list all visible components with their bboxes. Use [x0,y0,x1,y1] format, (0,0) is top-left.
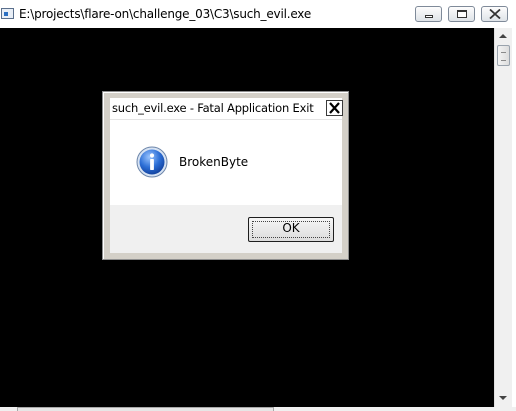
ok-button[interactable]: OK [248,217,334,242]
vertical-scroll-thumb[interactable] [497,45,510,66]
dialog-close-button[interactable] [326,100,343,116]
window-titlebar[interactable]: E:\projects\flare-on\challenge_03\C3\suc… [0,0,516,28]
ok-button-label: OK [282,221,300,235]
vertical-scrollbar[interactable] [494,28,512,407]
dialog-message: BrokenByte [179,155,249,169]
horizontal-scroll-thumb[interactable] [17,407,274,411]
close-icon [329,102,340,114]
dialog-message-area: BrokenByte [110,120,342,205]
scroll-down-arrow-icon[interactable] [499,396,507,400]
information-icon [136,146,168,178]
close-icon [489,9,501,19]
window-title: E:\projects\flare-on\challenge_03\C3\suc… [19,7,312,21]
horizontal-scrollbar[interactable] [0,407,516,411]
console-app-icon [1,8,14,19]
dialog-titlebar[interactable]: such_evil.exe - Fatal Application Exit [110,98,343,119]
scroll-up-arrow-icon[interactable] [499,34,507,38]
fatal-exit-dialog: such_evil.exe - Fatal Application Exit B… [102,91,349,260]
console-window: E:\projects\flare-on\challenge_03\C3\suc… [0,0,516,411]
minimize-button[interactable] [415,6,442,22]
close-button[interactable] [481,6,508,22]
dialog-title: such_evil.exe - Fatal Application Exit [112,101,314,115]
dialog-body: BrokenByte OK [110,119,342,253]
maximize-button[interactable] [448,6,475,22]
